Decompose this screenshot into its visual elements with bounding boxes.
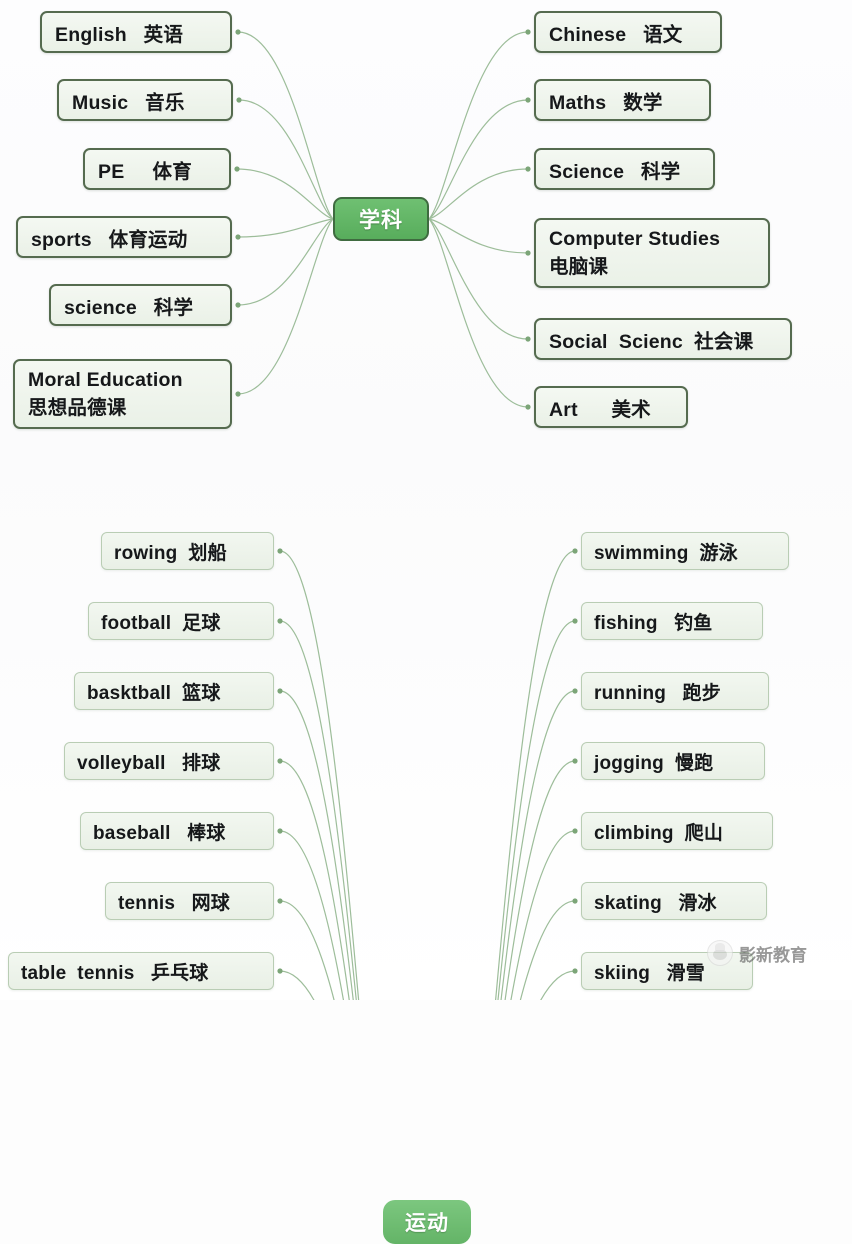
node-label: jogging 慢跑: [594, 752, 714, 774]
node-rowing: rowing 划船: [101, 532, 274, 570]
node-label-line1: Moral Education: [28, 368, 183, 391]
node-social-science: Social Scienc 社会课: [534, 318, 792, 360]
node-label: English 英语: [55, 23, 184, 46]
mindmap-canvas: English 英语 Music 音乐 PE 体育 sports 体育运动 sc…: [0, 0, 852, 1244]
node-label: basktball 篮球: [87, 682, 221, 704]
node-label: Art 美术: [549, 398, 651, 421]
node-science: Science 科学: [534, 148, 715, 190]
node-running: running 跑步: [581, 672, 769, 710]
node-label-line2: 电脑课: [549, 256, 609, 278]
node-label: skating 滑冰: [594, 892, 717, 914]
node-sports: sports 体育运动: [16, 216, 232, 258]
node-label: Maths 数学: [549, 91, 663, 114]
node-swimming: swimming 游泳: [581, 532, 789, 570]
node-music: Music 音乐: [57, 79, 233, 121]
node-label-line1: Computer Studies: [549, 227, 721, 250]
node-basketball: basktball 篮球: [74, 672, 274, 710]
node-chinese: Chinese 语文: [534, 11, 722, 53]
root-label: 运动: [405, 1212, 449, 1235]
node-science-lower: science 科学: [49, 284, 232, 326]
node-moral-education: Moral Education 思想品德课: [13, 359, 232, 429]
node-label: rowing 划船: [114, 542, 227, 564]
node-jogging: jogging 慢跑: [581, 742, 765, 780]
mindmap-sports: rowing 划船 football 足球 basktball 篮球 volle…: [0, 460, 852, 1244]
node-label: sports 体育运动: [31, 228, 188, 251]
node-label: tennis 网球: [118, 892, 230, 914]
node-label: volleyball 排球: [77, 752, 221, 774]
root-node-subjects: 学科: [333, 197, 429, 241]
node-label: football 足球: [101, 612, 221, 634]
node-label-line2: 思想品德课: [28, 397, 127, 419]
node-fishing: fishing 钓鱼: [581, 602, 763, 640]
node-baseball: baseball 棒球: [80, 812, 274, 850]
node-label: PE 体育: [98, 160, 192, 183]
node-label: swimming 游泳: [594, 542, 738, 564]
node-label: table tennis 乒乓球: [21, 962, 209, 984]
node-skiing: skiing 滑雪: [581, 952, 753, 990]
node-skating: skating 滑冰: [581, 882, 767, 920]
node-label: climbing 爬山: [594, 822, 724, 844]
node-art: Art 美术: [534, 386, 688, 428]
node-label: Chinese 语文: [549, 23, 683, 46]
node-label: baseball 棒球: [93, 822, 226, 844]
mindmap-subjects: English 英语 Music 音乐 PE 体育 sports 体育运动 sc…: [0, 0, 852, 460]
node-table-tennis: table tennis 乒乓球: [8, 952, 274, 990]
node-label: science 科学: [64, 296, 194, 319]
root-label: 学科: [359, 209, 403, 232]
node-label: fishing 钓鱼: [594, 612, 713, 634]
root-node-sports: 运动: [383, 1200, 471, 1244]
node-label: running 跑步: [594, 682, 721, 704]
node-maths: Maths 数学: [534, 79, 711, 121]
node-computer-studies: Computer Studies 电脑课: [534, 218, 770, 288]
node-tennis: tennis 网球: [105, 882, 274, 920]
node-english: English 英语: [40, 11, 232, 53]
node-volleyball: volleyball 排球: [64, 742, 274, 780]
node-football: football 足球: [88, 602, 274, 640]
node-label: Science 科学: [549, 160, 681, 183]
node-label: Social Scienc 社会课: [549, 330, 754, 353]
node-label: skiing 滑雪: [594, 962, 705, 984]
node-pe: PE 体育: [83, 148, 231, 190]
node-label: Music 音乐: [72, 91, 185, 114]
node-climbing: climbing 爬山: [581, 812, 773, 850]
